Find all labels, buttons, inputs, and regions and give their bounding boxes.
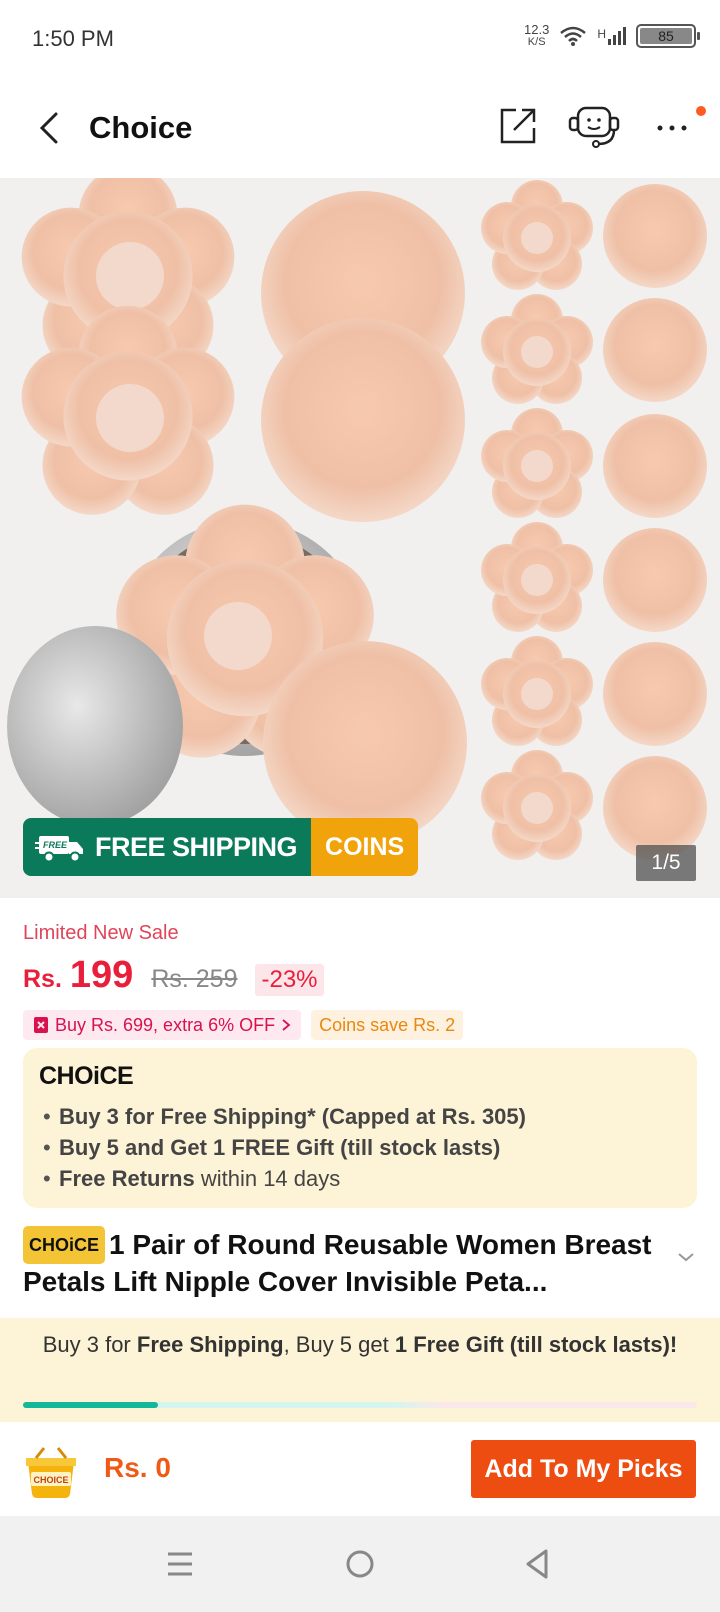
original-price: Rs. 259 [151,965,238,993]
image-page-indicator: 1/5 [636,845,696,881]
current-price: 199 [69,954,134,996]
cart-label: CHOICE [33,1475,68,1485]
page-title: Choice [89,110,193,145]
benefits-list: Buy 3 for Free Shipping* (Capped at Rs. … [39,1101,681,1194]
shipping-coins-banner: FREE FREE SHIPPING COINS [23,818,419,876]
share-icon[interactable] [498,106,538,146]
top-app-bar: Choice [0,80,720,178]
chevron-right-icon [282,1019,291,1031]
back-arrow-icon[interactable] [30,108,70,148]
recent-apps-icon[interactable] [160,1544,200,1584]
bundle-message: Buy 3 for Free Shipping, Buy 5 get 1 Fre… [42,1332,678,1357]
free-tag: FREE [43,840,68,850]
sale-label: Limited New Sale [23,922,179,944]
choice-cart-icon[interactable]: CHOICE [22,1444,80,1500]
bundle-progress [23,1402,697,1408]
customer-service-icon[interactable] [568,104,620,150]
delivery-truck-icon: FREE [35,836,83,863]
product-title-text: 1 Pair of Round Reusable Women Breast Pe… [23,1229,652,1297]
home-icon[interactable] [340,1544,380,1584]
coupon-icon [34,1017,48,1033]
benefit-item: Buy 3 for Free Shipping* (Capped at Rs. … [39,1101,681,1132]
signal-icon: H [597,27,626,45]
wifi-icon [560,26,587,46]
network-type: H [597,27,606,41]
battery-icon: 85 [636,24,700,48]
price-currency: Rs. [23,965,62,993]
choice-tag: CHOiCE [23,1226,106,1264]
free-shipping-badge: FREE FREE SHIPPING [23,818,312,876]
free-shipping-label: FREE SHIPPING [95,831,298,862]
coins-label: COINS [311,818,419,876]
bottom-action-bar: CHOICE Rs. 0 Add To My Picks [0,1422,720,1516]
status-bar: 1:50 PM 12.3 K/S H 85 [0,0,720,80]
notification-dot [696,106,706,116]
choice-benefits-box[interactable]: CHOiCE Buy 3 for Free Shipping* (Capped … [23,1048,697,1208]
promo-row: Buy Rs. 699, extra 6% OFF Coins save Rs.… [23,1010,464,1040]
price-row: Rs. 199 Rs. 259 -23% [23,954,324,997]
system-nav-bar [0,1516,720,1612]
coins-save-badge: Coins save Rs. 2 [311,1010,464,1040]
promo-text: Buy Rs. 699, extra 6% OFF [55,1014,276,1035]
cart-total: Rs. 0 [104,1452,171,1483]
product-image-carousel[interactable] [0,178,720,898]
benefit-item: Buy 5 and Get 1 FREE Gift (till stock la… [39,1132,681,1163]
network-speed-value: 12.3 [524,22,550,37]
more-options-icon[interactable] [652,110,692,146]
discount-badge: -23% [255,964,324,996]
chevron-down-icon[interactable] [676,1250,696,1264]
battery-level: 85 [640,28,692,44]
product-title-row[interactable]: CHOiCE 1 Pair of Round Reusable Women Bre… [23,1226,683,1300]
status-icons: 12.3 K/S H 85 [524,22,700,48]
benefit-item: Free Returns within 14 days [39,1163,681,1194]
bundle-progress-fill [23,1402,158,1408]
system-back-icon[interactable] [518,1544,558,1584]
add-to-picks-button[interactable]: Add To My Picks [471,1440,696,1498]
product-photo [7,178,707,860]
choice-logo: CHOiCE [39,1062,134,1090]
bulk-discount-promo[interactable]: Buy Rs. 699, extra 6% OFF [23,1010,302,1040]
product-title: CHOiCE 1 Pair of Round Reusable Women Bre… [23,1226,683,1300]
bundle-progress-bar: Buy 3 for Free Shipping, Buy 5 get 1 Fre… [0,1318,720,1422]
network-speed: 12.3 K/S [524,22,550,48]
status-time: 1:50 PM [32,26,114,51]
price-section: Limited New Sale Rs. 199 Rs. 259 -23% Bu… [0,898,720,1318]
network-speed-unit: K/S [527,36,546,48]
